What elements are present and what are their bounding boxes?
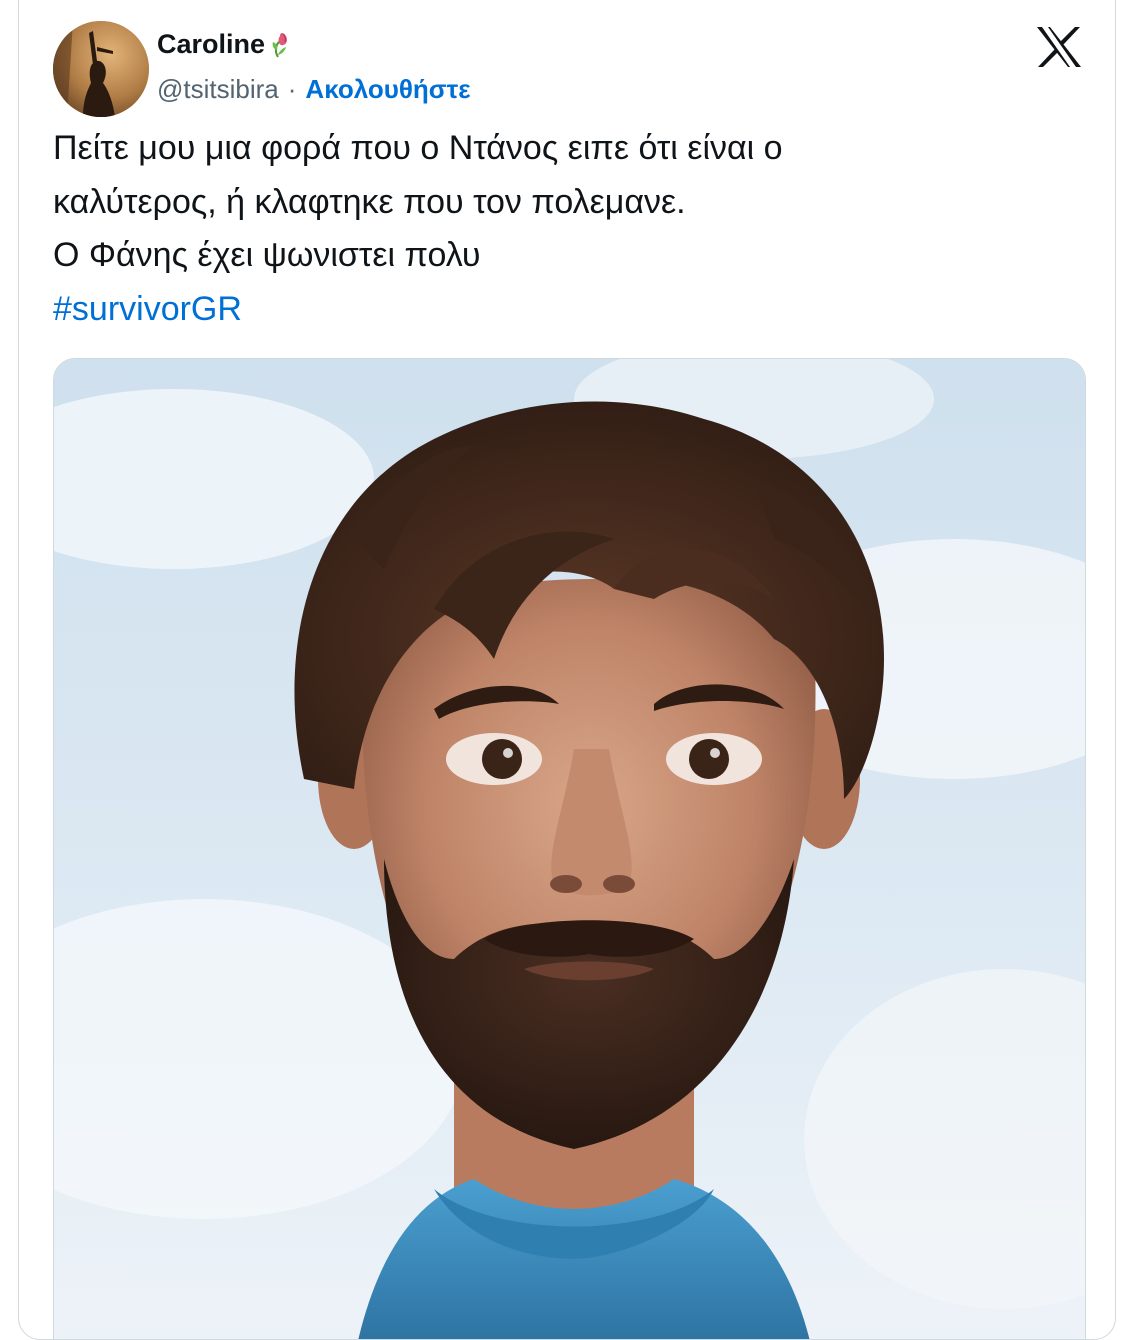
hashtag-link[interactable]: #survivorGR [53, 283, 1093, 337]
tweet-photo[interactable] [53, 358, 1086, 1339]
display-name[interactable]: Caroline [157, 29, 265, 60]
tweet-line: Ο Φάνης έχει ψωνιστει πολυ [53, 236, 481, 274]
avatar-image [53, 21, 149, 117]
wilted-flower-icon [272, 32, 288, 58]
follow-button[interactable]: Ακολουθήστε [305, 74, 470, 105]
user-handle[interactable]: @tsitsibira [157, 74, 279, 105]
separator-dot: · [287, 74, 297, 104]
tweet-line: καλύτερος, ή κλαφτηκε που τον πολεμανε. [53, 182, 686, 221]
avatar[interactable] [53, 21, 149, 117]
tweet-line: Πείτε μου μια φορά που ο Ντάνος ειπε ότι… [53, 129, 783, 167]
tweet-text: Πείτε μου μια φορά που ο Ντάνος ειπε ότι… [53, 122, 1093, 336]
portrait-photo [54, 359, 1085, 1339]
x-logo-icon[interactable] [1035, 25, 1083, 69]
tweet-card[interactable]: Caroline @tsitsibira · Ακολουθήστε Πείτε… [18, 0, 1116, 1340]
